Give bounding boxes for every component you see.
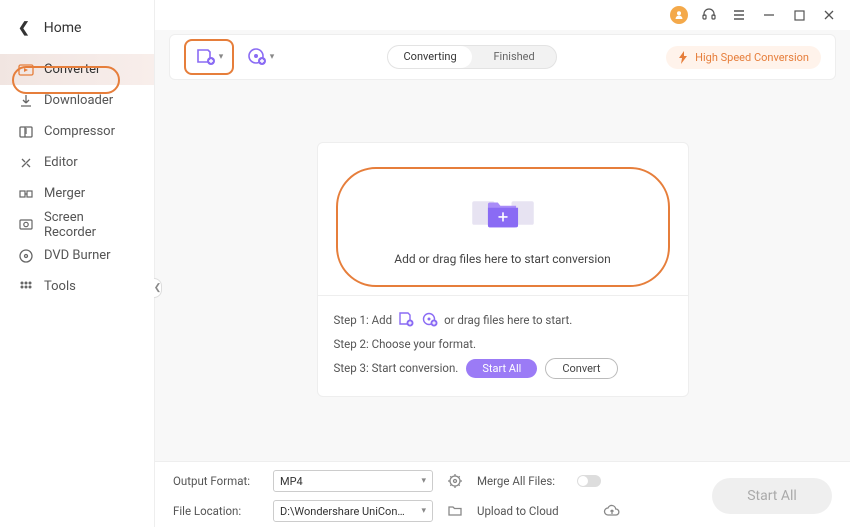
step-1-post: or drag files here to start. [444, 313, 572, 327]
app-window: ❮ Home Converter Downloader Compressor E… [0, 0, 850, 527]
converter-icon [18, 62, 34, 78]
maximize-icon[interactable] [790, 6, 808, 24]
titlebar [155, 0, 850, 30]
editor-icon [18, 155, 34, 171]
close-icon[interactable] [820, 6, 838, 24]
start-all-pill[interactable]: Start All [466, 359, 537, 378]
top-toolbar: ▾ ▾ Converting Finished High Speed Conve… [169, 34, 836, 80]
upload-label: Upload to Cloud [477, 504, 567, 518]
support-icon[interactable] [700, 6, 718, 24]
sidebar-item-label: Compressor [44, 124, 115, 139]
screen-recorder-icon [18, 217, 34, 233]
dvd-icon[interactable] [421, 311, 439, 329]
add-file-icon [195, 47, 217, 67]
downloader-icon [18, 93, 34, 109]
sidebar-item-downloader[interactable]: Downloader [0, 85, 154, 116]
sidebar-item-screen-recorder[interactable]: Screen Recorder [0, 209, 154, 240]
add-file-icon[interactable] [397, 311, 415, 329]
back-icon: ❮ [18, 20, 30, 36]
output-format-label: Output Format: [173, 474, 263, 488]
compressor-icon [18, 124, 34, 140]
sidebar: ❮ Home Converter Downloader Compressor E… [0, 0, 155, 527]
sidebar-item-dvd-burner[interactable]: DVD Burner [0, 240, 154, 271]
high-speed-badge[interactable]: High Speed Conversion [666, 46, 821, 69]
folder-add-icon [467, 188, 539, 238]
sidebar-item-label: Merger [44, 186, 85, 201]
tab-finished[interactable]: Finished [472, 46, 556, 68]
merge-label: Merge All Files: [477, 474, 567, 488]
status-tabs: Converting Finished [387, 45, 557, 69]
menu-icon[interactable] [730, 6, 748, 24]
sidebar-item-converter[interactable]: Converter [0, 54, 154, 85]
tab-converting[interactable]: Converting [388, 46, 472, 68]
step-1: Step 1: Add or drag files here to start. [334, 308, 672, 332]
merger-icon [18, 186, 34, 202]
step-3-label: Step 3: Start conversion. [334, 361, 459, 375]
sidebar-item-tools[interactable]: Tools [0, 271, 154, 302]
step-3: Step 3: Start conversion. Start All Conv… [334, 356, 672, 380]
lightning-icon [678, 51, 689, 64]
sidebar-item-label: Tools [44, 279, 76, 294]
file-location-label: File Location: [173, 504, 263, 518]
chevron-down-icon: ▾ [421, 506, 426, 516]
convert-pill[interactable]: Convert [545, 358, 617, 379]
merge-toggle[interactable] [577, 475, 601, 487]
sidebar-item-label: DVD Burner [44, 248, 111, 263]
minimize-icon[interactable] [760, 6, 778, 24]
user-avatar-icon[interactable] [670, 6, 688, 24]
dvd-icon [246, 47, 268, 67]
cloud-icon[interactable] [577, 504, 647, 518]
file-location-select[interactable]: D:\Wondershare UniConverter 1 ▾ [273, 500, 433, 522]
sidebar-item-label: Converter [44, 62, 100, 77]
home-label: Home [44, 20, 82, 36]
step-2: Step 2: Choose your format. [334, 332, 672, 356]
step-1-pre: Step 1: Add [334, 313, 393, 327]
open-folder-icon[interactable] [443, 503, 467, 519]
footer-bar: Output Format: MP4 ▾ Merge All Files: Fi… [155, 461, 850, 527]
chevron-down-icon: ▾ [421, 476, 426, 486]
sidebar-item-merger[interactable]: Merger [0, 178, 154, 209]
sidebar-item-compressor[interactable]: Compressor [0, 116, 154, 147]
sidebar-item-label: Downloader [44, 93, 113, 108]
home-back[interactable]: ❮ Home [0, 10, 154, 54]
output-format-value: MP4 [280, 475, 303, 488]
steps-panel: Step 1: Add or drag files here to start.… [318, 295, 688, 396]
sidebar-item-editor[interactable]: Editor [0, 147, 154, 178]
sidebar-item-label: Screen Recorder [44, 210, 136, 240]
chevron-down-icon: ▾ [219, 52, 224, 62]
dvd-burner-icon [18, 248, 34, 264]
chevron-down-icon: ▾ [270, 52, 275, 62]
start-all-button[interactable]: Start All [712, 478, 832, 514]
file-location-value: D:\Wondershare UniConverter 1 [280, 505, 410, 518]
main-panel: ▾ ▾ Converting Finished High Speed Conve… [155, 0, 850, 527]
drop-zone[interactable]: Add or drag files here to start conversi… [336, 167, 670, 287]
sidebar-item-label: Editor [44, 155, 78, 170]
settings-icon[interactable] [443, 473, 467, 489]
add-file-button[interactable]: ▾ [184, 39, 234, 75]
tools-icon [18, 279, 34, 295]
drop-card: Add or drag files here to start conversi… [317, 142, 689, 397]
high-speed-label: High Speed Conversion [695, 51, 809, 64]
output-format-select[interactable]: MP4 ▾ [273, 470, 433, 492]
drop-zone-text: Add or drag files here to start conversi… [394, 252, 610, 266]
content-area: Add or drag files here to start conversi… [155, 80, 850, 461]
add-dvd-button[interactable]: ▾ [242, 39, 278, 75]
